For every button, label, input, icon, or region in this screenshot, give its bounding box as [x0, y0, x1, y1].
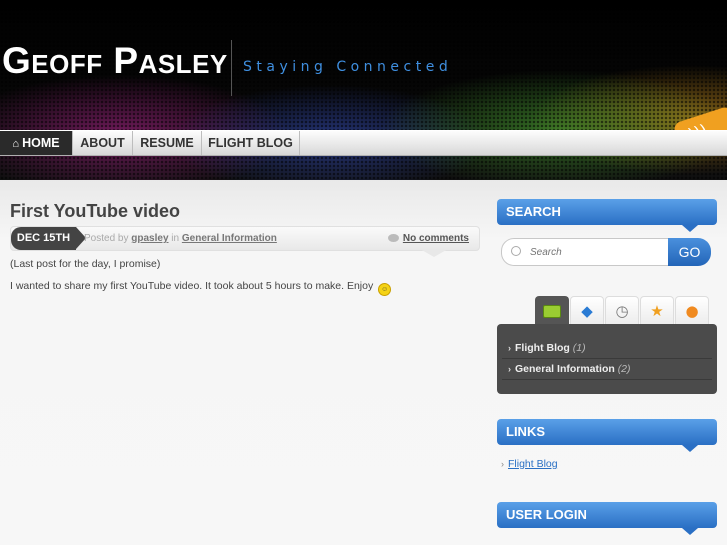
- category-count: (2): [617, 363, 631, 375]
- posted-by-label: Posted by: [84, 233, 129, 244]
- post-meta: DEC 15TH Posted by gpasley in General In…: [10, 226, 480, 251]
- nav-label: ABOUT: [80, 136, 125, 150]
- title-divider: [231, 40, 232, 96]
- date-badge: DEC 15TH: [11, 227, 86, 250]
- link-item: › Flight Blog: [501, 458, 558, 470]
- nav-item-home[interactable]: ⌂ HOME: [0, 131, 73, 155]
- nav-item-resume[interactable]: RESUME: [133, 131, 202, 155]
- category-item[interactable]: › General Information (2): [502, 359, 712, 380]
- chevron-right-icon: ›: [508, 364, 511, 374]
- categories-panel: › Flight Blog (1) › General Information (2…: [497, 324, 717, 394]
- post-title[interactable]: First YouTube video: [10, 201, 180, 222]
- chevron-right-icon: ›: [508, 343, 511, 353]
- nav-item-flight-blog[interactable]: FLIGHT BLOG: [202, 131, 300, 155]
- clock-icon[interactable]: ◷: [605, 296, 639, 325]
- category-item[interactable]: › Flight Blog (1): [502, 338, 712, 359]
- post-paragraph-2: I wanted to share my first YouTube video…: [10, 280, 392, 296]
- category-count: (1): [572, 342, 586, 354]
- category-name: Flight Blog: [515, 342, 570, 354]
- home-icon: ⌂: [12, 138, 20, 150]
- search-heading: SEARCH: [497, 199, 717, 232]
- chevron-right-icon: ›: [501, 459, 504, 469]
- comments: No comments: [387, 227, 469, 250]
- search-box: [501, 238, 671, 266]
- tag-icon[interactable]: ◆: [570, 296, 604, 325]
- site-title[interactable]: Geoff Pasley: [2, 40, 228, 82]
- site-tagline: Staying Connected: [243, 59, 453, 75]
- main-nav: ⌂ HOME ABOUT RESUME FLIGHT BLOG: [0, 130, 727, 156]
- comments-link[interactable]: No comments: [403, 233, 469, 244]
- search-go-button[interactable]: GO: [668, 238, 711, 266]
- search-input[interactable]: [528, 242, 668, 262]
- category-link[interactable]: General Information: [182, 233, 277, 244]
- star-icon[interactable]: ★: [640, 296, 674, 325]
- author-link[interactable]: gpasley: [131, 233, 168, 244]
- links-heading: LINKS: [497, 419, 717, 452]
- in-label: in: [171, 233, 180, 244]
- post-paragraph-text: I wanted to share my first YouTube video…: [10, 280, 374, 292]
- post-meta-text: Posted by gpasley in General Information: [84, 227, 277, 250]
- user-login-heading: USER LOGIN: [497, 502, 717, 535]
- nav-label: FLIGHT BLOG: [208, 136, 293, 150]
- comment-icon[interactable]: ●: [675, 296, 709, 325]
- meta-tail: [420, 249, 448, 257]
- search-icon: [511, 246, 521, 256]
- smiley-icon: ☺: [378, 283, 392, 296]
- link-flight-blog[interactable]: Flight Blog: [508, 458, 558, 470]
- nav-label: HOME: [22, 136, 60, 150]
- comment-icon: [387, 234, 399, 243]
- nav-item-about[interactable]: ABOUT: [73, 131, 133, 155]
- post-paragraph: (Last post for the day, I promise): [10, 258, 161, 270]
- category-name: General Information: [515, 363, 615, 375]
- nav-label: RESUME: [140, 136, 194, 150]
- folder-icon[interactable]: [535, 296, 569, 325]
